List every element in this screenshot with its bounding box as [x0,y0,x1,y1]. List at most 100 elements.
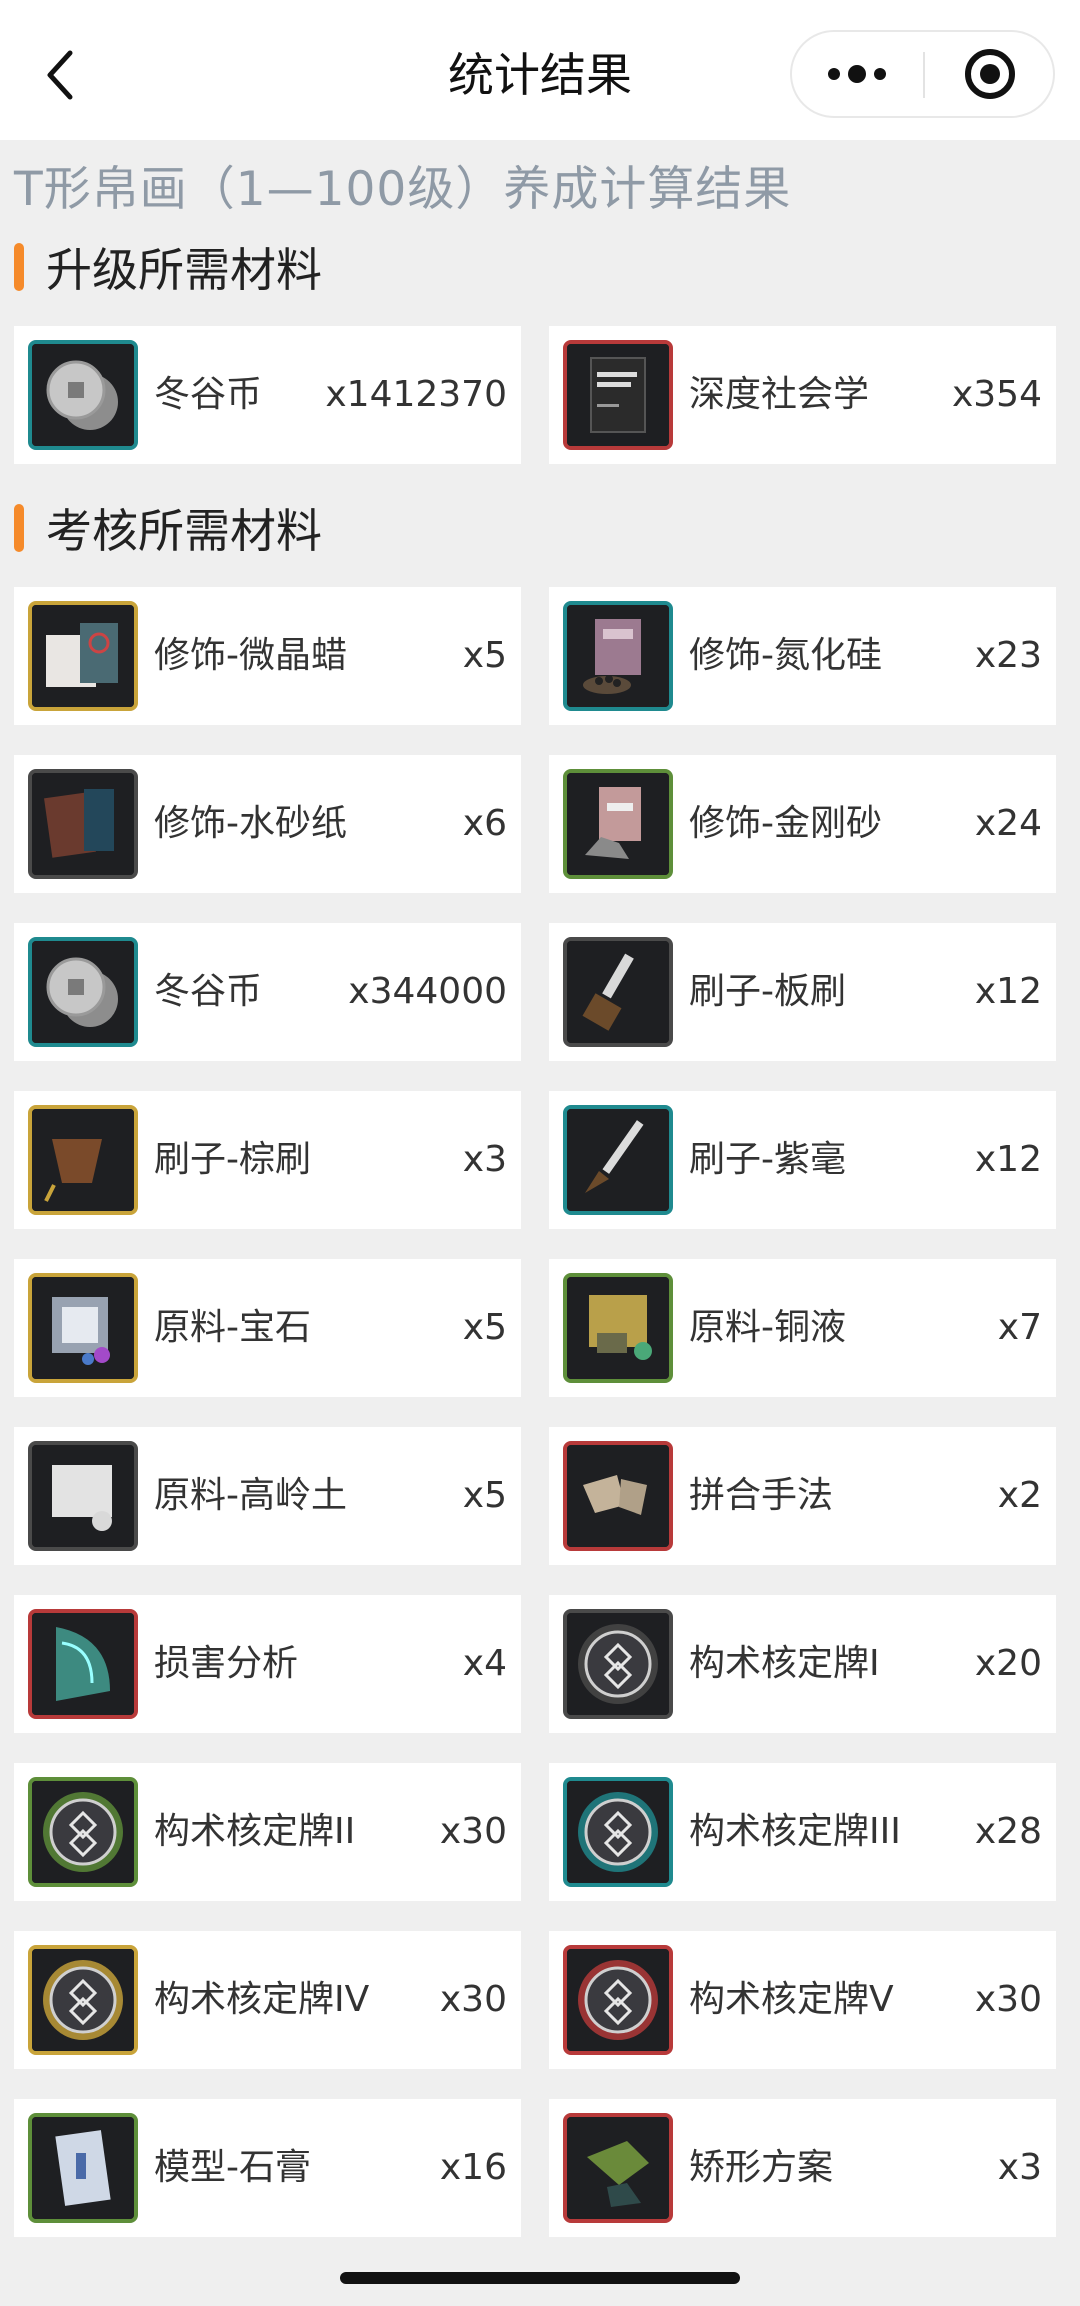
material-name: 构术核定牌I [689,1643,880,1684]
section-title-text: 考核所需材料 [46,504,322,558]
section-title-text: 升级所需材料 [46,243,322,297]
material-quantity: x5 [462,1307,507,1348]
medal-icon [567,1781,669,1883]
material-icon-frame [28,601,138,711]
material-icon-frame [563,2113,673,2223]
powder-bag-icon [567,605,669,707]
material-quantity: x5 [462,635,507,676]
material-card[interactable]: 构术核定牌II x30 [14,1763,521,1901]
material-quantity: x23 [974,635,1042,676]
back-button[interactable] [30,40,90,110]
material-card[interactable]: 冬谷币 x344000 [14,923,521,1061]
material-icon-frame [28,1945,138,2055]
material-icon-frame [28,1273,138,1383]
sandpaper-icon [32,773,134,875]
material-card[interactable]: 修饰-水砂纸 x6 [14,755,521,893]
material-quantity: x30 [439,1979,507,2020]
material-quantity: x354 [951,374,1042,415]
material-name: 损害分析 [154,1643,299,1684]
gem-cube-icon [32,1277,134,1379]
medal-icon [32,1949,134,2051]
material-icon-frame [563,1105,673,1215]
section-title-upgrade: 升级所需材料 [14,237,322,297]
section-title-assessment: 考核所需材料 [14,498,322,558]
material-card[interactable]: 拼合手法 x2 [549,1427,1056,1565]
coin-icon [32,941,134,1043]
material-icon-frame [563,1777,673,1887]
scan-icon [32,1613,134,1715]
copper-liquid-icon [567,1277,669,1379]
material-name: 修饰-金刚砂 [689,803,882,844]
material-name: 构术核定牌V [689,1979,894,2020]
material-card[interactable]: 深度社会学 x354 [549,326,1056,464]
material-name: 拼合手法 [689,1475,834,1516]
material-card[interactable]: 构术核定牌V x30 [549,1931,1056,2069]
material-card[interactable]: 刷子-棕刷 x3 [14,1091,521,1229]
material-card[interactable]: 修饰-氮化硅 x23 [549,587,1056,725]
material-name: 刷子-棕刷 [154,1139,311,1180]
book-icon [567,344,669,446]
material-name: 深度社会学 [689,374,870,415]
material-icon-frame [28,769,138,879]
material-card[interactable]: 构术核定牌IV x30 [14,1931,521,2069]
material-quantity: x3 [997,2147,1042,2188]
correction-plan-icon [567,2117,669,2219]
material-card[interactable]: 矫形方案 x3 [549,2099,1056,2237]
material-quantity: x28 [974,1811,1042,1852]
material-name: 冬谷币 [154,971,263,1012]
material-quantity: x12 [974,971,1042,1012]
more-dots-icon [828,65,886,83]
material-name: 构术核定牌III [689,1811,901,1852]
material-card[interactable]: 修饰-金刚砂 x24 [549,755,1056,893]
fragments-icon [567,1445,669,1547]
material-icon-frame [563,1273,673,1383]
material-quantity: x24 [974,803,1042,844]
material-quantity: x344000 [348,971,507,1012]
wax-box-icon [32,605,134,707]
material-name: 修饰-水砂纸 [154,803,347,844]
material-icon-frame [28,1441,138,1551]
material-card[interactable]: 原料-铜液 x7 [549,1259,1056,1397]
material-quantity: x6 [462,803,507,844]
material-card[interactable]: 刷子-板刷 x12 [549,923,1056,1061]
emery-bag-icon [567,773,669,875]
material-quantity: x4 [462,1643,507,1684]
material-icon-frame [563,937,673,1047]
material-name: 构术核定牌II [154,1811,356,1852]
material-name: 刷子-紫毫 [689,1139,846,1180]
medal-icon [567,1613,669,1715]
material-card[interactable]: 构术核定牌I x20 [549,1595,1056,1733]
material-name: 原料-铜液 [689,1307,846,1348]
close-button[interactable] [925,32,1055,116]
material-icon-frame [28,1777,138,1887]
material-card[interactable]: 原料-高岭土 x5 [14,1427,521,1565]
material-icon-frame [563,1441,673,1551]
nav-bar: 统计结果 [0,0,1080,140]
kaolin-icon [32,1445,134,1547]
material-quantity: x7 [997,1307,1042,1348]
material-name: 刷子-板刷 [689,971,846,1012]
material-card[interactable]: 构术核定牌III x28 [549,1763,1056,1901]
material-card[interactable]: 冬谷币 x1412370 [14,326,521,464]
material-card[interactable]: 损害分析 x4 [14,1595,521,1733]
more-button[interactable] [792,32,922,116]
plaster-model-icon [32,2117,134,2219]
result-heading: T形帛画（1—100级）养成计算结果 [14,162,792,217]
material-name: 模型-石膏 [154,2147,311,2188]
material-card[interactable]: 模型-石膏 x16 [14,2099,521,2237]
material-card[interactable]: 原料-宝石 x5 [14,1259,521,1397]
material-icon-frame [563,769,673,879]
section-accent-bar [14,504,24,552]
home-indicator [340,2272,740,2284]
material-icon-frame [28,937,138,1047]
material-quantity: x16 [439,2147,507,2188]
material-card[interactable]: 修饰-微晶蜡 x5 [14,587,521,725]
material-icon-frame [28,1105,138,1215]
material-quantity: x5 [462,1475,507,1516]
material-quantity: x20 [974,1643,1042,1684]
material-name: 原料-高岭土 [154,1475,347,1516]
material-card[interactable]: 刷子-紫毫 x12 [549,1091,1056,1229]
material-name: 修饰-氮化硅 [689,635,882,676]
material-quantity: x12 [974,1139,1042,1180]
material-icon-frame [28,340,138,450]
